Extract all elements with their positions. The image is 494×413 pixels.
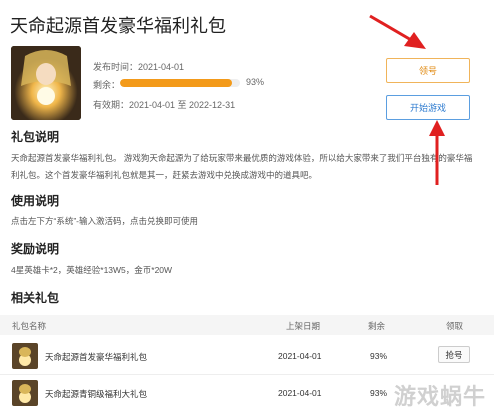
row-divider <box>0 374 494 375</box>
claim-button[interactable]: 领号 <box>386 58 470 83</box>
reward-heading: 奖励说明 <box>11 242 60 256</box>
gift-description-line-1: 天命起源首发豪华福利礼包。 游戏狗天命起源为了给玩家带来最优质的游戏体验，所以给… <box>11 153 473 163</box>
start-game-button[interactable]: 开始游戏 <box>386 95 470 120</box>
grab-button[interactable]: 抢号 <box>438 346 470 363</box>
release-date: 发布时间：2021-04-01 <box>93 62 185 72</box>
reward-text: 4星英雄卡*2，英雄经验*13W5，金币*20W <box>11 265 173 275</box>
gift-name[interactable]: 天命起源青铜级福利大礼包 <box>45 388 147 400</box>
watermark-logo: 游戏蜗牛 <box>393 384 486 409</box>
remain-percent: 93% <box>246 77 265 87</box>
gift-remain: 93% <box>370 388 388 398</box>
remain-label: 剩余： <box>93 80 121 90</box>
gift-thumbnail <box>12 380 38 406</box>
page-title: 天命起源首发豪华福利礼包 <box>10 16 226 36</box>
gift-date: 2021-04-01 <box>278 351 322 361</box>
gift-description-line-2: 利礼包。这个首发豪华福利礼包就是其一，赶紧去游戏中兑换成游戏中的道具吧。 <box>11 170 318 180</box>
gift-name[interactable]: 天命起源首发豪华福利礼包 <box>45 351 147 363</box>
table-header: 礼包名称 上架日期 剩余 领取 <box>0 315 494 335</box>
red-arrow-icon <box>369 14 426 49</box>
gift-date: 2021-04-01 <box>278 388 322 398</box>
valid-period: 有效期：2021-04-01 至 2022-12-31 <box>93 100 236 110</box>
gift-description-heading: 礼包说明 <box>11 130 60 144</box>
table-row: 天命起源首发豪华福利礼包 2021-04-01 93% 抢号 <box>0 341 494 373</box>
gift-thumbnail <box>12 343 38 369</box>
remain-progress-fill <box>120 79 232 87</box>
column-header-date: 上架日期 <box>286 321 321 331</box>
gift-remain: 93% <box>370 351 388 361</box>
game-cover-image <box>11 46 81 120</box>
column-header-action: 领取 <box>446 321 464 331</box>
related-gifts-heading: 相关礼包 <box>11 291 60 305</box>
column-header-remain: 剩余 <box>368 321 386 331</box>
usage-text: 点击左下方“系统”-输入激活码，点击兑换即可使用 <box>11 216 198 226</box>
remain-progress-bar <box>120 79 240 87</box>
column-header-name: 礼包名称 <box>12 321 47 331</box>
usage-heading: 使用说明 <box>11 194 60 208</box>
